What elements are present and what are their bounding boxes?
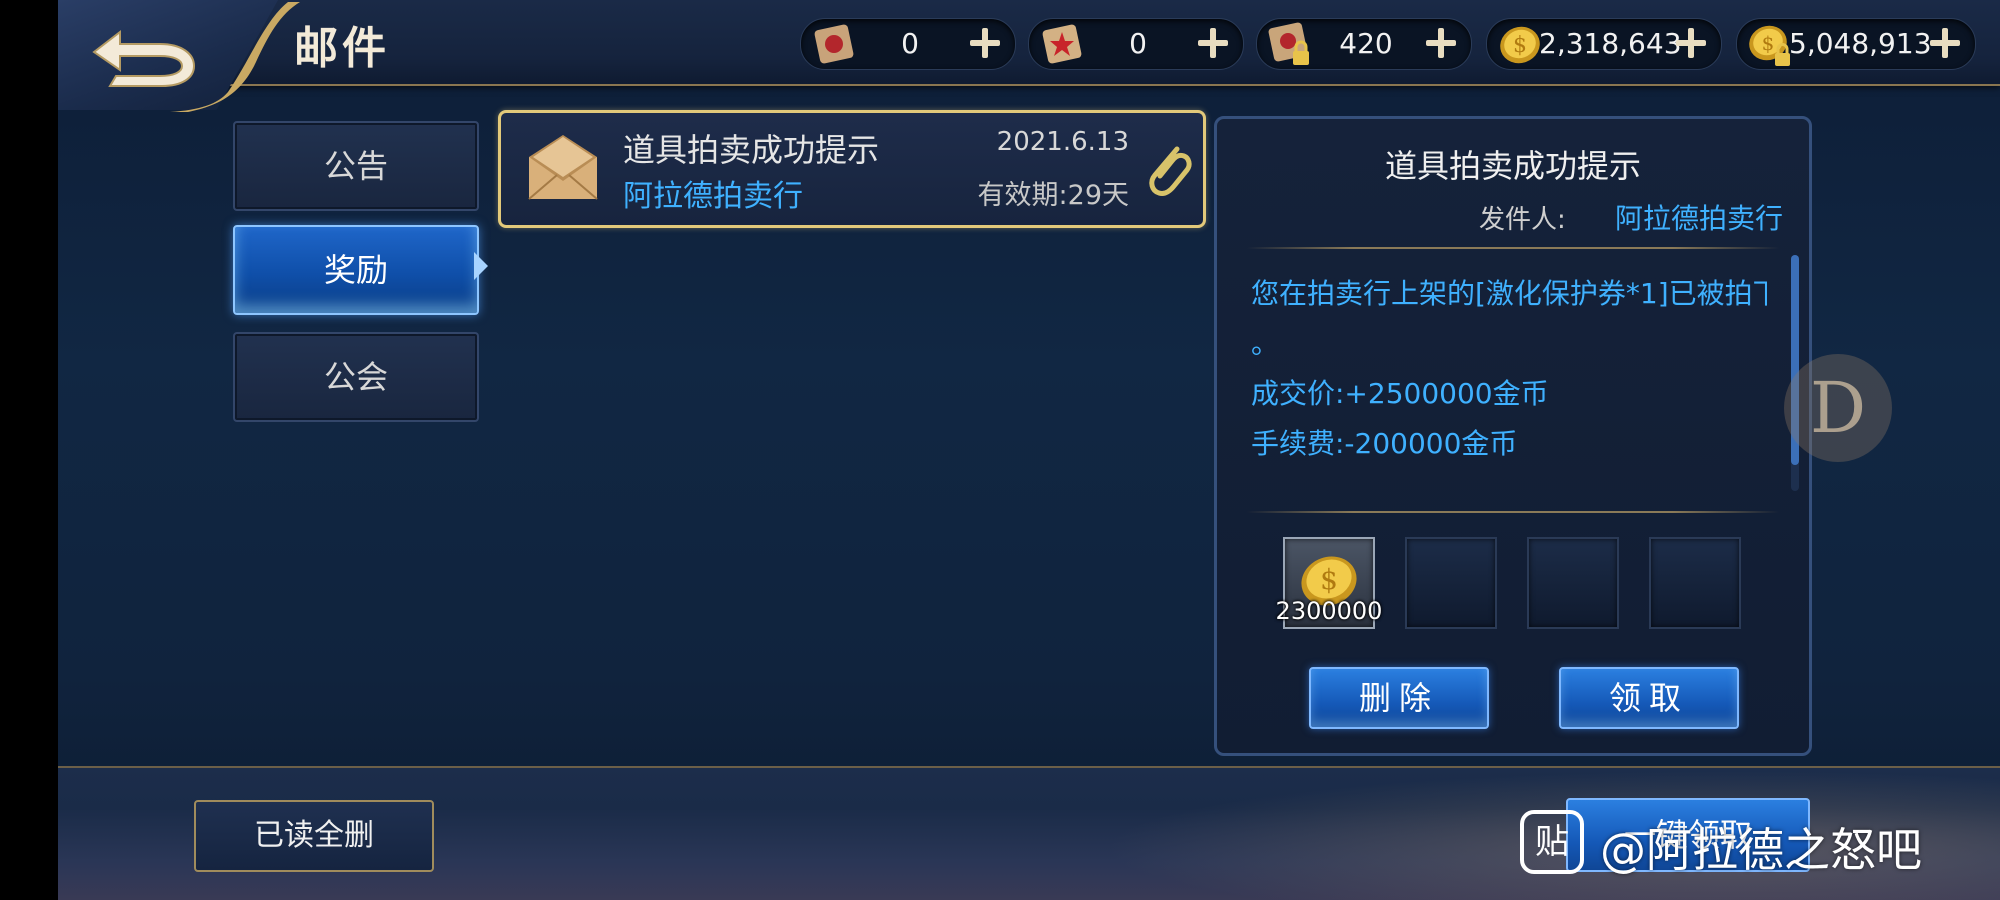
body-line: 。	[1251, 327, 1280, 360]
currency-gold: $ 2,318,643	[1486, 18, 1722, 70]
back-arrow-button[interactable]	[90, 18, 200, 88]
delete-all-read-button[interactable]: 已读全删	[194, 800, 434, 872]
red-star-scroll-icon	[1042, 24, 1082, 64]
tieba-logo-icon: 贴	[1520, 810, 1584, 874]
body-line: 手续费:-200000金币	[1251, 427, 1518, 460]
add-currency-button[interactable]	[1193, 23, 1233, 63]
currency-value: 2,318,643	[1539, 27, 1682, 60]
delete-button[interactable]: 删除	[1309, 667, 1489, 729]
red-scroll-icon	[814, 24, 854, 64]
sender-value: 阿拉德拍卖行	[1614, 202, 1783, 235]
currency-locked-gold: $ 5,048,913	[1736, 18, 1976, 70]
attachment-slot-empty	[1649, 537, 1741, 629]
tab-announcement[interactable]: 公告	[233, 121, 479, 211]
add-currency-button[interactable]	[1925, 23, 1965, 63]
tab-rewards[interactable]: 奖励	[233, 225, 479, 315]
mail-sender: 阿拉德拍卖行	[623, 179, 803, 214]
mail-title: 道具拍卖成功提示	[623, 131, 880, 169]
add-currency-button[interactable]	[1671, 23, 1711, 63]
envelope-icon	[528, 135, 598, 200]
tab-guild[interactable]: 公会	[233, 332, 479, 422]
paperclip-icon	[1149, 146, 1192, 196]
svg-text:$: $	[1320, 563, 1338, 596]
body-line: 您在拍卖行上架的[激化保护券*1]已被拍下	[1251, 277, 1767, 310]
currency-red-star-scroll: 0	[1028, 18, 1244, 70]
attachment-count: 2300000	[1275, 597, 1383, 625]
add-currency-button[interactable]	[965, 23, 1005, 63]
svg-text:$: $	[1513, 33, 1527, 58]
currency-value: 5,048,913	[1789, 27, 1932, 60]
attachment-slot-empty	[1527, 537, 1619, 629]
attachment-slot[interactable]: $ 2300000	[1276, 537, 1382, 629]
screen-bezel	[0, 0, 58, 900]
mail-body[interactable]: 您在拍卖行上架的[激化保护券*1]已被拍下 。 成交价:+2500000金币 手…	[1251, 269, 1767, 479]
watermark-text: @阿拉德之怒吧	[1600, 823, 1922, 877]
currency-locked-scroll: 420	[1256, 18, 1472, 70]
body-line: 成交价:+2500000金币	[1251, 377, 1549, 410]
divider	[1247, 247, 1779, 249]
locked-scroll-icon	[1268, 22, 1309, 65]
mail-detail-panel: 道具拍卖成功提示 发件人: 阿拉德拍卖行 您在拍卖行上架的[激化保护券*1]已被…	[1214, 116, 1812, 756]
mail-date: 2021.6.13	[996, 127, 1129, 157]
currency-value: 0	[901, 27, 919, 60]
mail-list-item[interactable]: 道具拍卖成功提示 2021.6.13 阿拉德拍卖行 有效期:29天	[498, 110, 1206, 228]
claim-button[interactable]: 领取	[1559, 667, 1739, 729]
page-title: 邮件	[294, 23, 390, 74]
svg-text:$: $	[1762, 31, 1775, 55]
sender-label: 发件人:	[1479, 205, 1566, 235]
currency-value: 420	[1339, 27, 1393, 60]
divider	[1247, 511, 1779, 513]
detail-title: 道具拍卖成功提示	[1384, 147, 1641, 185]
attachment-slot-empty	[1405, 537, 1497, 629]
floating-menu-button[interactable]: D	[1784, 354, 1892, 462]
currency-value: 0	[1129, 27, 1147, 60]
mail-expiry: 有效期:29天	[977, 180, 1129, 211]
currency-red-scroll: 0	[800, 18, 1016, 70]
mail-screen: 邮件 0 0 420 $ 2,318,643 $ 5,048,913 公告 奖励…	[0, 0, 2000, 900]
add-currency-button[interactable]	[1421, 23, 1461, 63]
active-tab-arrow	[474, 252, 488, 280]
